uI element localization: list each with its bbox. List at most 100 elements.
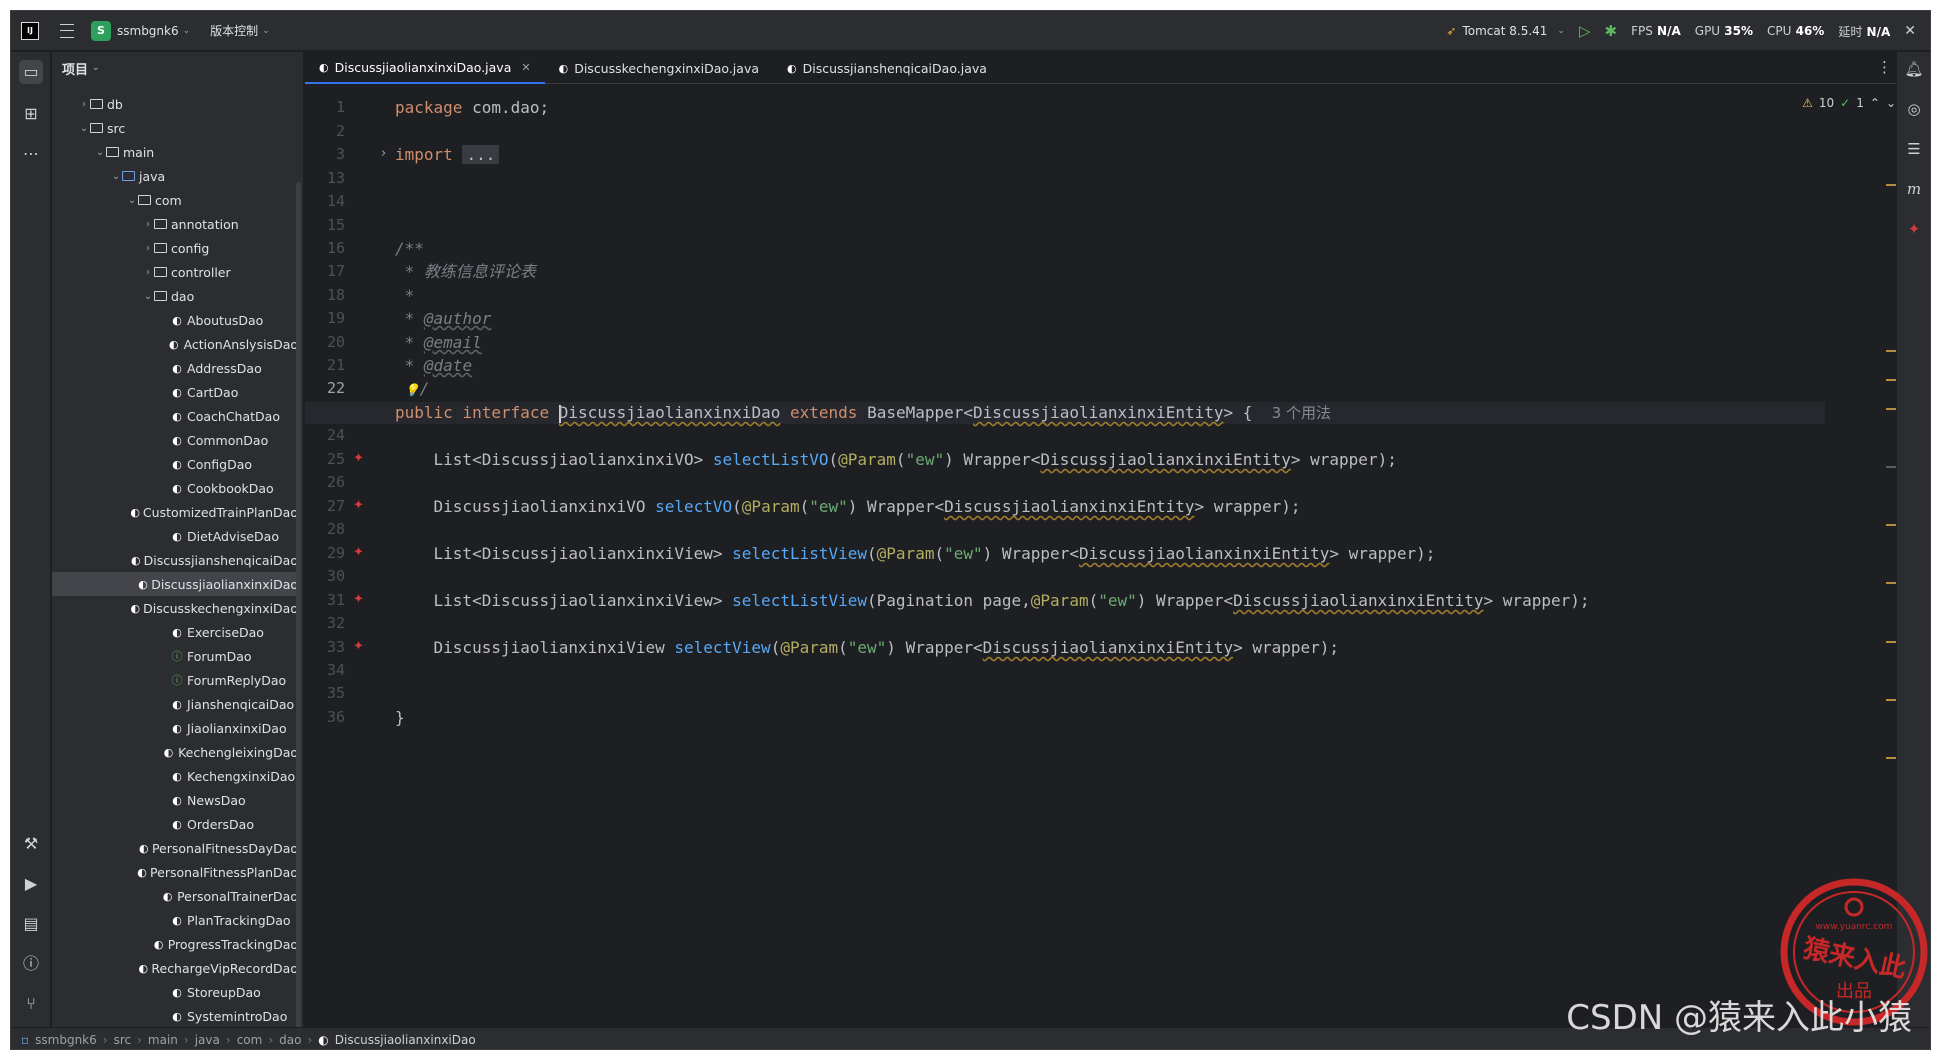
close-icon[interactable]: ✕: [1904, 23, 1916, 39]
tree-item[interactable]: ⌄ src: [52, 116, 298, 140]
tree-item[interactable]: ◐ OrdersDao: [52, 812, 298, 836]
line-number[interactable]: 24: [305, 425, 345, 445]
notifications-icon[interactable]: 🔔︎: [1904, 60, 1924, 78]
line-number[interactable]: 15: [305, 215, 345, 235]
tree-item[interactable]: ◐ KechengxinxiDao: [52, 764, 298, 788]
folded-imports[interactable]: ...: [462, 145, 500, 164]
more-options-icon[interactable]: ⋮: [1877, 58, 1892, 76]
tree-item[interactable]: ◐ CookbookDao: [52, 476, 298, 500]
project-selector[interactable]: ssmbgnk6: [117, 24, 179, 38]
more-tools-icon[interactable]: ⋯: [19, 142, 43, 166]
line-number[interactable]: 16: [305, 238, 345, 258]
line-number[interactable]: 2: [305, 121, 345, 141]
tree-item[interactable]: ◐ PlanTrackingDao: [52, 908, 298, 932]
line-number[interactable]: 35: [305, 683, 345, 703]
chevron-down-icon[interactable]: ⌄: [126, 195, 138, 206]
breadcrumb-item[interactable]: java: [195, 1033, 220, 1047]
services-icon[interactable]: ▶: [19, 872, 43, 896]
tree-item[interactable]: › db: [52, 92, 298, 116]
chevron-right-icon[interactable]: ›: [142, 243, 154, 254]
line-number[interactable]: 13: [305, 168, 345, 188]
chevron-right-icon[interactable]: ›: [142, 219, 154, 230]
line-number[interactable]: 30: [305, 566, 345, 586]
line-number[interactable]: 25: [305, 449, 345, 469]
mybatis-icon[interactable]: ✦: [1904, 220, 1924, 238]
tree-item[interactable]: ◐ DiscussjiaolianxinxiDao: [52, 572, 298, 596]
line-number[interactable]: 33: [305, 637, 345, 657]
line-number[interactable]: 18: [305, 285, 345, 305]
run-icon[interactable]: ▷: [1579, 22, 1591, 40]
tree-item[interactable]: › config: [52, 236, 298, 260]
line-number[interactable]: 21: [305, 355, 345, 375]
tree-item[interactable]: ◐ StoreupDao: [52, 980, 298, 1004]
tree-item[interactable]: ◐ CartDao: [52, 380, 298, 404]
line-number[interactable]: 29: [305, 543, 345, 563]
tree-item[interactable]: ⌄ dao: [52, 284, 298, 308]
tree-item[interactable]: ◐ ActionAnslysisDao: [52, 332, 298, 356]
warning-marker[interactable]: [1886, 582, 1896, 584]
tree-item[interactable]: ◐ ExerciseDao: [52, 620, 298, 644]
tree-item[interactable]: ◐ SystemintroDao: [52, 1004, 298, 1027]
line-number[interactable]: 27: [305, 496, 345, 516]
tree-item[interactable]: ◐ PersonalFitnessPlanDao: [52, 860, 298, 884]
tree-item[interactable]: ◐ DiscussjianshenqicaiDao: [52, 548, 298, 572]
tree-item[interactable]: ◐ JiaolianxinxiDao: [52, 716, 298, 740]
line-number[interactable]: 26: [305, 472, 345, 492]
tree-item[interactable]: ◐ PersonalFitnessDayDao: [52, 836, 298, 860]
tree-item[interactable]: ◐ CoachChatDao: [52, 404, 298, 428]
fold-chevron-icon[interactable]: ›: [381, 144, 386, 164]
tree-item[interactable]: ◐ RechargeVipRecordDao: [52, 956, 298, 980]
chevron-down-icon[interactable]: ⌄: [183, 26, 191, 36]
mybatis-icon[interactable]: ✦: [353, 637, 364, 657]
warning-marker[interactable]: [1886, 757, 1896, 759]
breadcrumb-item[interactable]: dao: [279, 1033, 301, 1047]
line-number[interactable]: 17: [305, 261, 345, 281]
vcs-menu[interactable]: 版本控制: [210, 22, 258, 39]
breadcrumb-item[interactable]: ssmbgnk6: [35, 1033, 97, 1047]
run-config-selector[interactable]: ➶ Tomcat 8.5.41 ⌄: [1446, 24, 1565, 38]
ai-assistant-icon[interactable]: ◎: [1904, 100, 1924, 118]
close-icon[interactable]: ✕: [521, 61, 530, 74]
breadcrumb-item[interactable]: com: [237, 1033, 263, 1047]
tree-item[interactable]: ⌄ java: [52, 164, 298, 188]
tree-item[interactable]: ⌄ main: [52, 140, 298, 164]
line-number[interactable]: 28: [305, 519, 345, 539]
tab-discussjianshenqicaidao[interactable]: ◐ DiscussjianshenqicaiDao.java: [773, 52, 1001, 84]
line-number[interactable]: 32: [305, 613, 345, 633]
line-number[interactable]: 3: [305, 144, 345, 164]
debug-icon[interactable]: ✱: [1605, 22, 1618, 40]
tree-item[interactable]: ◐ ConfigDao: [52, 452, 298, 476]
git-icon[interactable]: ⑂: [19, 992, 43, 1016]
line-number[interactable]: 36: [305, 707, 345, 727]
chevron-down-icon[interactable]: ⌄: [94, 147, 106, 158]
main-menu-icon[interactable]: [57, 21, 77, 41]
build-icon[interactable]: ⚒: [19, 832, 43, 856]
structure-icon[interactable]: ⊞: [19, 102, 43, 126]
chevron-down-icon[interactable]: ⌄: [262, 26, 270, 36]
line-number[interactable]: 19: [305, 308, 345, 328]
mybatis-icon[interactable]: ✦: [353, 496, 364, 516]
tree-item[interactable]: ◐ AboutusDao: [52, 308, 298, 332]
code-area[interactable]: package com.dao; import ... /** * 教练信息评论…: [305, 84, 1875, 1027]
warning-marker[interactable]: [1886, 699, 1896, 701]
chevron-right-icon[interactable]: ›: [78, 99, 90, 110]
project-folder-icon[interactable]: ▭: [19, 60, 43, 84]
chevron-down-icon[interactable]: ⌄: [142, 291, 154, 302]
chevron-down-icon[interactable]: ⌄: [110, 171, 122, 182]
line-number[interactable]: 14: [305, 191, 345, 211]
tree-item[interactable]: › annotation: [52, 212, 298, 236]
tree-item[interactable]: ⓘ ForumReplyDao: [52, 668, 298, 692]
breadcrumb-item[interactable]: main: [148, 1033, 178, 1047]
info-marker[interactable]: [1886, 466, 1896, 468]
terminal-icon[interactable]: ▤: [19, 912, 43, 936]
breadcrumb-item[interactable]: DiscussjiaolianxinxiDao: [335, 1033, 476, 1047]
warning-marker[interactable]: [1886, 184, 1896, 186]
line-number[interactable]: 31: [305, 590, 345, 610]
tree-item[interactable]: ⌄ com: [52, 188, 298, 212]
tree-item[interactable]: ◐ AddressDao: [52, 356, 298, 380]
usages-hint[interactable]: 3 个用法: [1272, 404, 1331, 422]
tree-item[interactable]: ◐ CustomizedTrainPlanDao: [52, 500, 298, 524]
tree-item[interactable]: ◐ DiscusskechengxinxiDao: [52, 596, 298, 620]
tab-discussjiaolianxinxidao[interactable]: ◐ DiscussjiaolianxinxiDao.java ✕: [305, 52, 545, 84]
tree-item[interactable]: ◐ ProgressTrackingDao: [52, 932, 298, 956]
